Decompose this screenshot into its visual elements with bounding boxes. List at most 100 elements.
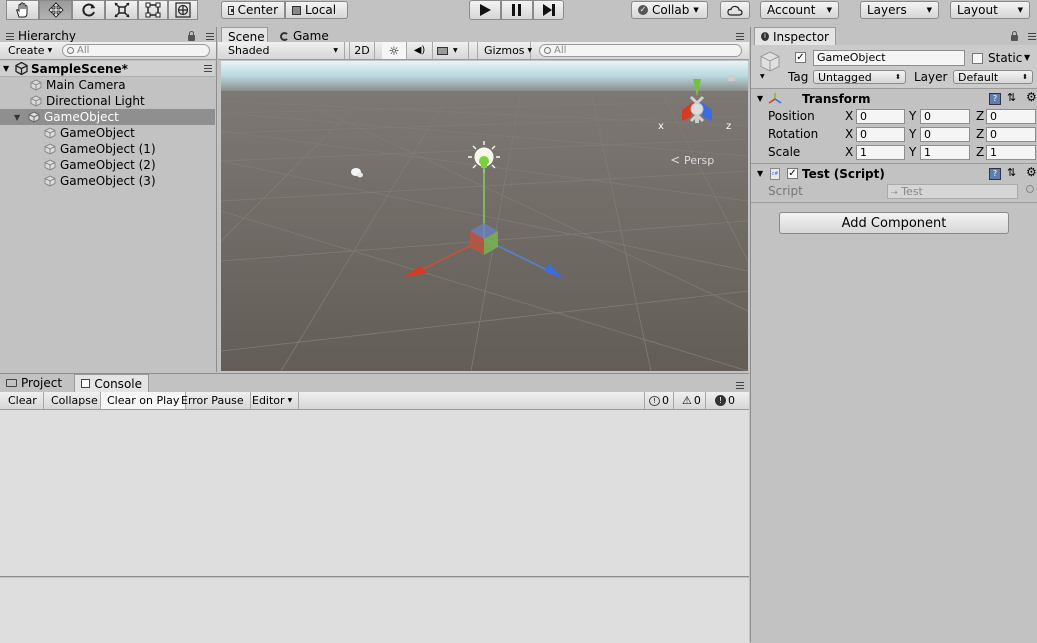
persp-label[interactable]: Persp (684, 154, 714, 167)
error-count-toggle[interactable]: ! 0 (711, 392, 739, 409)
settings-gear-icon[interactable]: ⚙ (1026, 165, 1037, 179)
create-dropdown[interactable]: Create ▼ (2, 42, 58, 59)
panel-menu-icon[interactable] (730, 382, 744, 390)
preset-icon[interactable]: ⇅ (1007, 166, 1016, 179)
hierarchy-item-selected[interactable]: ▼ GameObject (0, 109, 215, 125)
field-value: 1 (860, 146, 867, 159)
cloud-button[interactable] (720, 1, 750, 19)
viewport-lock-icon[interactable] (728, 75, 735, 81)
hand-tool-button[interactable] (6, 0, 39, 20)
icon-dropdown-arrow[interactable]: ▼ (760, 73, 765, 80)
info-count-toggle[interactable]: ! 0 (644, 392, 674, 409)
info-icon: i (761, 32, 770, 41)
unity-scene-icon (15, 62, 28, 75)
layers-dropdown[interactable]: Layers ▼ (860, 1, 939, 19)
object-name: GameObject (817, 51, 886, 64)
hierarchy-item[interactable]: GameObject (2) (0, 157, 215, 173)
effects-dropdown[interactable]: ▼ (433, 42, 469, 59)
gizmos-dropdown[interactable]: Gizmos ▼ (477, 42, 532, 59)
collab-dropdown[interactable]: ✓ Collab ▼ (631, 1, 708, 19)
tab-inspector[interactable]: i Inspector (754, 27, 836, 45)
object-picker-icon[interactable] (1026, 185, 1034, 193)
static-dropdown-arrow[interactable]: ▼ (1024, 53, 1030, 62)
scale-z-field[interactable]: 1 (986, 145, 1036, 160)
hierarchy-item[interactable]: Main Camera (0, 77, 215, 93)
scene-menu-icon[interactable] (198, 65, 212, 73)
axis-y-label: Y (909, 127, 917, 141)
play-button[interactable] (469, 0, 501, 20)
lock-icon[interactable] (1011, 31, 1018, 41)
scene-viewport[interactable]: x z Persp (221, 61, 748, 371)
tab-project[interactable]: Project (0, 374, 68, 392)
search-placeholder: All (554, 45, 567, 56)
hierarchy-search-input[interactable]: All (62, 44, 210, 57)
shading-mode-dropdown[interactable]: Shaded ▼ (222, 42, 345, 59)
panel-menu-icon[interactable] (1022, 33, 1036, 41)
tab-console[interactable]: Console (74, 374, 149, 392)
audio-toggle[interactable]: ◀) (407, 42, 433, 59)
scale-x-field[interactable]: 1 (856, 145, 905, 160)
account-dropdown[interactable]: Account ▼ (760, 1, 839, 19)
layer-dropdown[interactable]: Default ⬍ (953, 70, 1033, 84)
transform-title: Transform (802, 92, 871, 106)
warning-count-toggle[interactable]: ⚠ 0 (678, 392, 706, 409)
editor-dropdown[interactable]: Editor ▼ (246, 392, 300, 409)
clear-button[interactable]: Clear (2, 392, 44, 409)
console-detail-area[interactable] (0, 578, 749, 643)
pause-button[interactable] (501, 0, 533, 20)
help-icon[interactable]: ? (989, 93, 1001, 105)
script-component-title: Test (Script) (802, 167, 885, 181)
rotation-x-field[interactable]: 0 (856, 127, 905, 142)
rotation-y-field[interactable]: 0 (920, 127, 970, 142)
console-log-area[interactable] (0, 410, 749, 577)
layout-dropdown[interactable]: Layout ▼ (950, 1, 1030, 19)
scene-root-row[interactable]: ▼ SampleScene* (0, 61, 215, 77)
space-local-toggle[interactable]: Local (285, 1, 348, 19)
rect-tool-button[interactable] (138, 0, 168, 20)
script-enabled-checkbox[interactable]: ✓ (787, 168, 798, 179)
error-icon: ! (715, 395, 726, 406)
rotate-tool-button[interactable] (72, 0, 105, 20)
hierarchy-item[interactable]: GameObject (3) (0, 173, 215, 189)
move-tool-button[interactable] (39, 0, 72, 20)
panel-menu-icon[interactable] (200, 33, 214, 41)
position-z-field[interactable]: 0 (986, 109, 1036, 124)
item-label: GameObject (44, 110, 119, 124)
panel-menu-icon[interactable] (730, 33, 744, 41)
scene-search-input[interactable]: All (539, 44, 742, 57)
tag-dropdown[interactable]: Untagged ⬍ (813, 70, 906, 84)
hierarchy-item[interactable]: GameObject (1) (0, 141, 215, 157)
script-component: ▼ c# ✓ Test (Script) ? ⇅ ⚙ Script ⇢ Test (751, 165, 1037, 203)
dropdown-arrow-icon: ▼ (47, 47, 53, 54)
settings-gear-icon[interactable]: ⚙ (1026, 90, 1037, 104)
local-cube-icon (292, 5, 301, 15)
pivot-center-toggle[interactable]: Center (221, 1, 285, 19)
help-icon[interactable]: ? (989, 168, 1001, 180)
step-button[interactable] (533, 0, 564, 20)
active-checkbox[interactable]: ✓ (795, 52, 806, 63)
hierarchy-item[interactable]: Directional Light (0, 93, 215, 109)
transform-tool-button[interactable] (168, 0, 198, 20)
position-x-field[interactable]: 0 (856, 109, 905, 124)
preset-icon[interactable]: ⇅ (1007, 91, 1016, 104)
hierarchy-item[interactable]: GameObject (0, 125, 215, 141)
collapse-arrow-icon[interactable]: ▼ (757, 169, 763, 178)
static-checkbox[interactable] (972, 53, 983, 64)
scale-y-field[interactable]: 1 (920, 145, 970, 160)
lighting-toggle[interactable]: ☼ (382, 42, 407, 59)
scale-tool-button[interactable] (105, 0, 138, 20)
collapse-toggle[interactable]: Collapse (45, 392, 105, 409)
lock-icon[interactable] (188, 31, 195, 41)
mode-2d-toggle[interactable]: 2D (349, 42, 375, 59)
object-name-field[interactable]: GameObject (813, 50, 965, 66)
dropdown-arrow-icon: ▼ (926, 6, 932, 14)
error-pause-toggle[interactable]: Error Pause (175, 392, 251, 409)
add-component-button[interactable]: Add Component (779, 212, 1009, 234)
position-y-field[interactable]: 0 (920, 109, 970, 124)
image-icon (437, 46, 448, 55)
rotation-z-field[interactable]: 0 (986, 127, 1036, 142)
gameobject-cube-icon (44, 159, 56, 171)
clear-on-play-toggle[interactable]: Clear on Play (100, 392, 187, 409)
collapse-arrow-icon[interactable]: ▼ (757, 94, 763, 103)
move-icon (47, 2, 64, 18)
